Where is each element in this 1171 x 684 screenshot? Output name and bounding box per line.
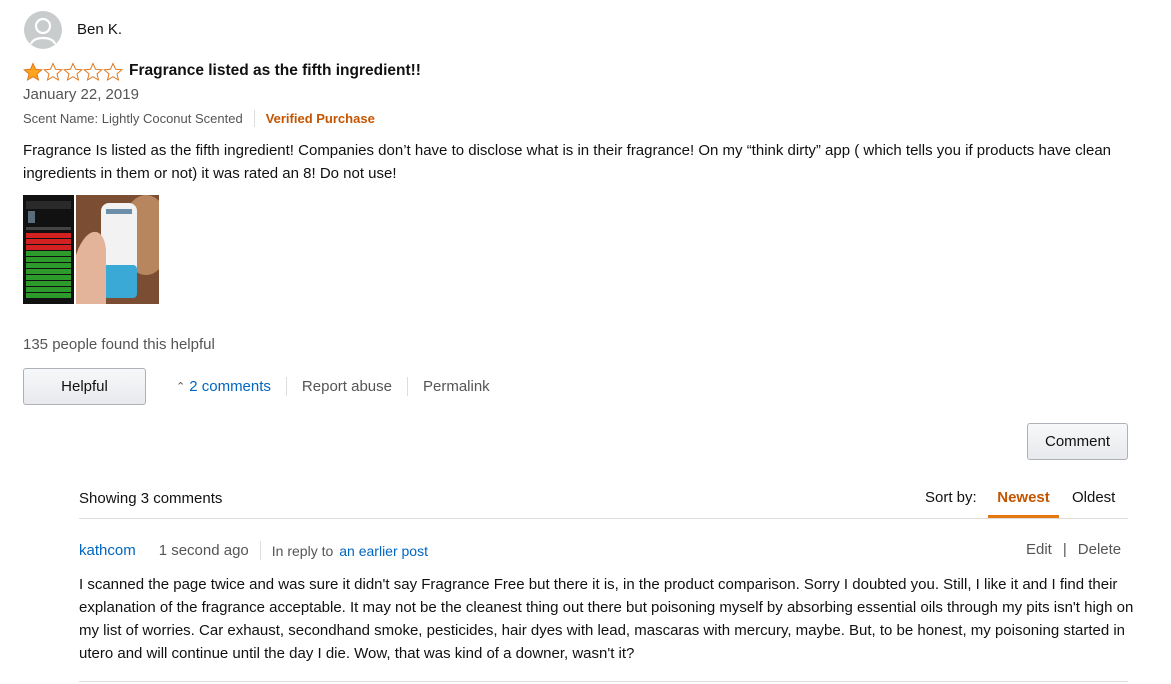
review-meta: Scent Name: Lightly Coconut Scented Veri… [23, 110, 375, 127]
helpful-button[interactable]: Helpful [23, 368, 146, 405]
star-empty-icon [43, 62, 63, 82]
edit-comment-link[interactable]: Edit [1026, 541, 1052, 558]
scent-name[interactable]: Scent Name: Lightly Coconut Scented [23, 111, 243, 126]
comment-author[interactable]: kathcom [79, 542, 136, 559]
star-empty-icon [83, 62, 103, 82]
star-empty-icon [63, 62, 83, 82]
comment-body: I scanned the page twice and was sure it… [79, 576, 1134, 662]
review-actions: ⌃ 2 comments Report abuse Permalink [176, 377, 490, 396]
sort-oldest-tab[interactable]: Oldest [1072, 489, 1115, 506]
user-icon [29, 17, 57, 45]
divider [406, 377, 408, 396]
divider [259, 541, 261, 560]
report-abuse-link[interactable]: Report abuse [302, 378, 392, 395]
reviewer-name[interactable]: Ben K. [77, 21, 122, 38]
review-date: January 22, 2019 [23, 86, 139, 103]
review-images [23, 195, 159, 304]
comment-button[interactable]: Comment [1027, 423, 1128, 460]
comments-toggle-link[interactable]: 2 comments [189, 378, 271, 395]
comment-header: kathcom 1 second ago In reply to an earl… [79, 541, 428, 560]
divider [79, 681, 1128, 682]
review-body: Fragrance Is listed as the fifth ingredi… [23, 142, 1112, 182]
divider [79, 518, 1128, 519]
verified-purchase-badge: Verified Purchase [265, 111, 375, 126]
star-empty-icon [103, 62, 123, 82]
delete-comment-link[interactable]: Delete [1078, 541, 1121, 558]
comment-edit-delete: Edit | Delete [1026, 541, 1121, 558]
review-title[interactable]: Fragrance listed as the fifth ingredient… [129, 62, 421, 80]
chevron-up-icon[interactable]: ⌃ [176, 380, 185, 393]
earlier-post-link[interactable]: an earlier post [339, 543, 428, 559]
sort-newest-tab[interactable]: Newest [988, 489, 1059, 518]
reply-prefix: In reply to [271, 542, 334, 559]
review-image-product-photo[interactable] [76, 195, 159, 304]
permalink-link[interactable]: Permalink [423, 378, 490, 395]
review-image-app-screenshot[interactable] [23, 195, 74, 304]
star-rating[interactable] [23, 62, 123, 82]
comments-count-label: Showing 3 comments [79, 490, 223, 507]
helpful-count: 135 people found this helpful [23, 336, 215, 353]
divider: | [1062, 541, 1067, 558]
sort-by-label: Sort by: [925, 489, 977, 506]
divider [253, 110, 255, 127]
star-filled-icon [23, 62, 43, 82]
divider [285, 377, 287, 396]
comment-time: 1 second ago [158, 542, 249, 559]
reviewer-avatar [24, 11, 62, 49]
